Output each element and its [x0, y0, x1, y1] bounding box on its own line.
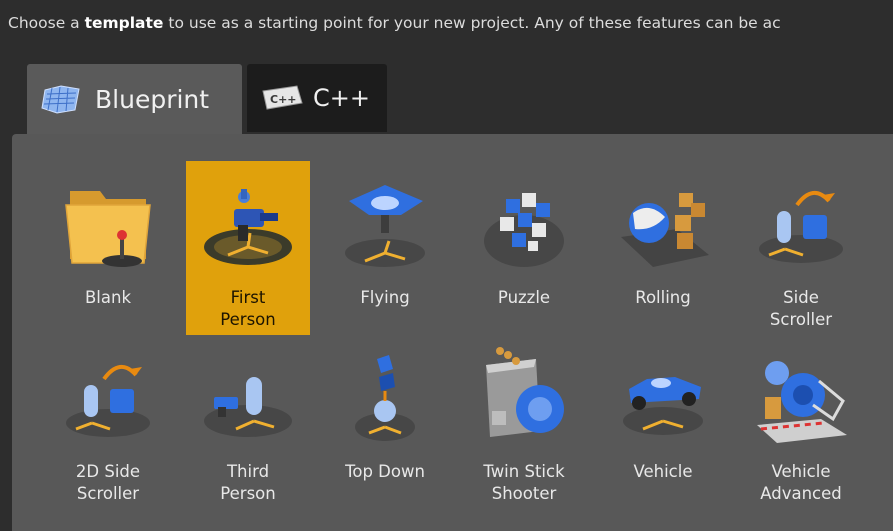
template-panel: Blank First Person Flying Puzzle Rolling… — [12, 134, 893, 531]
template-label: Twin Stick Shooter — [483, 462, 565, 503]
template-label: Flying — [360, 288, 410, 307]
side-scroller-icon — [759, 191, 843, 263]
template-label: 2D Side Scroller — [75, 462, 141, 503]
template-blank[interactable]: Blank — [46, 161, 170, 335]
blueprint-icon — [41, 85, 80, 114]
template-side-scroller[interactable]: Side Scroller — [739, 161, 863, 335]
twin-stick-shooter-icon — [486, 347, 564, 437]
tab-cpp[interactable]: C++ C++ — [247, 64, 387, 132]
template-label: Rolling — [635, 288, 691, 307]
template-twin-stick-shooter[interactable]: Twin Stick Shooter — [462, 335, 586, 509]
puzzle-blocks-icon — [484, 193, 564, 267]
template-2d-side-scroller[interactable]: 2D Side Scroller — [46, 335, 170, 509]
template-label: Third Person — [220, 462, 276, 503]
template-flying[interactable]: Flying — [323, 161, 447, 335]
template-label: Side Scroller — [769, 288, 833, 329]
template-third-person[interactable]: Third Person — [186, 335, 310, 509]
third-person-icon — [204, 377, 292, 437]
top-down-icon — [355, 355, 415, 441]
svg-text:C++: C++ — [270, 93, 297, 106]
tab-blueprint-label: Blueprint — [95, 84, 210, 114]
template-label: Vehicle — [633, 462, 693, 481]
vehicle-advanced-icon — [757, 361, 847, 443]
template-label: Top Down — [345, 462, 425, 481]
cpp-icon: C++ — [262, 85, 303, 110]
template-label: First Person — [220, 288, 276, 329]
vehicle-car-icon — [623, 377, 703, 435]
template-rolling[interactable]: Rolling — [601, 161, 725, 335]
first-person-gun-icon — [204, 189, 292, 265]
tab-blueprint[interactable]: Blueprint — [27, 64, 242, 134]
template-first-person[interactable]: First Person — [186, 161, 310, 335]
instruction-text: Choose a template to use as a starting p… — [8, 14, 781, 32]
template-label: Blank — [84, 288, 132, 307]
new-project-dialog: Choose a template to use as a starting p… — [0, 0, 893, 531]
template-top-down[interactable]: Top Down — [323, 335, 447, 509]
folder-joystick-icon — [65, 191, 151, 267]
tab-cpp-label: C++ — [313, 84, 370, 112]
template-vehicle[interactable]: Vehicle — [601, 335, 725, 509]
spaceship-icon — [345, 185, 425, 267]
2d-side-scroller-icon — [66, 365, 150, 437]
template-label: Vehicle Advanced — [760, 462, 842, 503]
template-vehicle-advanced[interactable]: Vehicle Advanced — [739, 335, 863, 509]
rolling-ball-icon — [621, 193, 709, 267]
template-label: Puzzle — [497, 288, 551, 307]
template-puzzle[interactable]: Puzzle — [462, 161, 586, 335]
